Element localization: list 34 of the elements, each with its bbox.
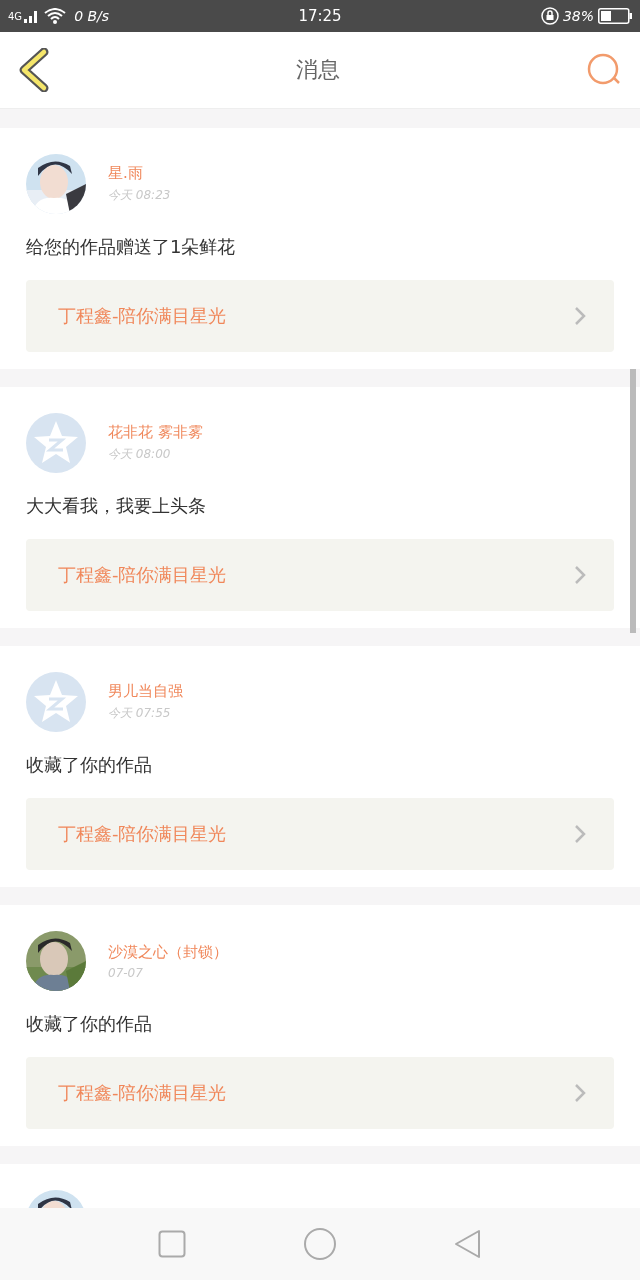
message-text: 收藏了你的作品 [26, 753, 153, 777]
user-name[interactable]: 星.雨 [108, 164, 171, 183]
message-text: 大大看我，我要上头条 [26, 494, 207, 518]
chevron-right-icon [574, 306, 586, 326]
work-link[interactable]: 丁程鑫-陪你满目星光 [26, 539, 614, 611]
chevron-right-icon [574, 565, 586, 585]
network-label: 4G [8, 10, 23, 22]
battery-percent: 38% [562, 8, 594, 24]
message-text: 给您的作品赠送了1朵鲜花 [26, 235, 237, 259]
default-avatar-icon [26, 672, 86, 732]
recent-apps-icon[interactable] [158, 1230, 187, 1258]
work-title: 丁程鑫-陪你满目星光 [58, 563, 227, 587]
default-avatar-icon [26, 413, 86, 473]
work-title: 丁程鑫-陪你满目星光 [58, 822, 227, 846]
chevron-right-icon [574, 824, 586, 844]
clock: 17:25 [298, 7, 342, 25]
work-title: 丁程鑫-陪你满目星光 [58, 1081, 227, 1105]
user-name[interactable]: 沙漠之心（封锁） [108, 942, 228, 962]
back-icon[interactable] [18, 48, 50, 92]
work-link[interactable]: 丁程鑫-陪你满目星光 [26, 1057, 614, 1129]
battery-icon [598, 8, 632, 24]
network-speed: 0 B/s [74, 8, 110, 24]
message-text: 收藏了你的作品 [26, 1012, 153, 1036]
user-name[interactable]: 男儿当自强 [108, 682, 183, 701]
page-title: 消息 [296, 56, 340, 84]
work-title: 丁程鑫-陪你满目星光 [58, 304, 227, 328]
home-icon[interactable] [303, 1227, 337, 1261]
chevron-right-icon [574, 1083, 586, 1103]
wifi-icon [44, 8, 67, 24]
rotation-lock-icon [540, 7, 559, 25]
work-link[interactable]: 丁程鑫-陪你满目星光 [26, 798, 614, 870]
back-nav-icon[interactable] [453, 1229, 482, 1259]
work-link[interactable]: 丁程鑫-陪你满目星光 [26, 280, 614, 352]
user-name[interactable]: 花非花 雾非雾 [108, 423, 203, 442]
